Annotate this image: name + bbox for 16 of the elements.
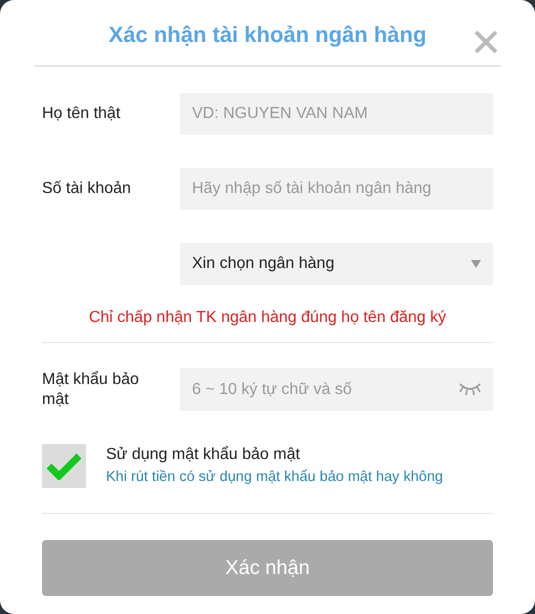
field-label: Họ tên thật (42, 105, 120, 122)
input-field[interactable]: VD: NGUYEN VAN NAM (180, 93, 493, 135)
caret-icon (471, 260, 481, 268)
dialog-title: Xác nhận tài khoản ngân hàng (108, 21, 426, 49)
field-label: Mật khẩu bảo mật (42, 370, 140, 409)
password-field[interactable]: 6 ~ 10 ký tự chữ và số (180, 368, 493, 411)
checkbox[interactable] (42, 444, 86, 488)
eye-closed-icon[interactable] (459, 382, 481, 396)
input-field[interactable]: Hãy nhập số tài khoản ngân hàng (180, 168, 493, 210)
notice-text: Chỉ chấp nhận TK ngân hàng đúng họ tên đăng ký (88, 308, 448, 328)
check-icon (46, 452, 82, 480)
field-label: Số tài khoản (42, 180, 131, 197)
option-hint: Khi rút tiền có sử dụng mật khẩu bảo mật hay không (106, 468, 443, 487)
close-icon (473, 29, 499, 55)
option-label: Sử dụng mật khẩu bảo mật (106, 445, 301, 465)
bank-select[interactable]: Xin chọn ngân hàng (180, 243, 493, 285)
